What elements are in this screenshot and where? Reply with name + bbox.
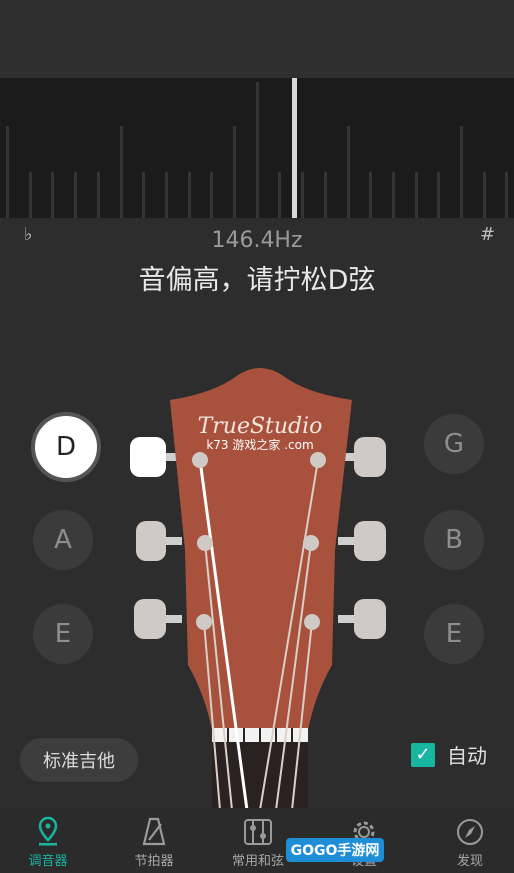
tuning-meter [0, 78, 514, 218]
metronome-icon [142, 817, 166, 846]
tuning-peg-b[interactable] [338, 521, 386, 561]
string-button-g[interactable]: G [424, 414, 484, 474]
string-button-d[interactable]: D [31, 412, 101, 482]
meter-tick [505, 172, 509, 218]
auto-label: 自动 [447, 744, 487, 768]
tab-bar: 调音器 节拍器 常用和弦 设置 发现 [0, 808, 514, 873]
watermark-badge: GOGO手游网 [286, 838, 384, 862]
brand-logo: TrueStudio [198, 414, 323, 439]
tuner-icon [38, 816, 58, 846]
chord-icon [244, 819, 272, 845]
string-button-b[interactable]: B [424, 510, 484, 570]
tuning-preset-button[interactable]: 标准吉他 [20, 738, 138, 782]
string-button-a[interactable]: A [33, 510, 93, 570]
string-button-e-low[interactable]: E [33, 604, 93, 664]
tab-discover-label: 发现 [456, 854, 483, 869]
meter-tick [119, 126, 123, 218]
auto-checkbox[interactable]: ✓ [411, 742, 435, 767]
tuning-peg-a[interactable] [136, 521, 182, 561]
auto-toggle[interactable]: ✓ 自动 [411, 740, 487, 769]
tuning-peg-d[interactable] [130, 437, 182, 477]
meter-tick [482, 172, 486, 218]
frequency-readout: 146.4Hz [211, 228, 303, 253]
watermark-text: k73 游戏之家 .com [206, 437, 313, 452]
meter-tick [142, 172, 146, 218]
tab-metronome[interactable]: 节拍器 [109, 816, 199, 869]
tuning-needle [292, 78, 297, 218]
meter-tick [346, 126, 350, 218]
meter-tick [414, 172, 418, 218]
meter-tick [164, 172, 168, 218]
meter-tick [369, 172, 373, 218]
tab-discover[interactable]: 发现 [425, 816, 514, 869]
tab-tuner-label: 调音器 [28, 854, 68, 869]
guitar-headstock: TrueStudio k73 游戏之家 .com [130, 368, 386, 810]
meter-tick [187, 172, 191, 218]
compass-icon [457, 819, 483, 845]
tab-tuner[interactable]: 调音器 [3, 816, 93, 869]
meter-tick [391, 172, 395, 218]
tuning-message: 音偏高，请拧松D弦 [138, 265, 376, 296]
top-bar [0, 0, 514, 78]
meter-tick [74, 172, 78, 218]
meter-tick [437, 172, 441, 218]
meter-tick [28, 172, 32, 218]
meter-tick [96, 172, 100, 218]
meter-tick [460, 126, 463, 218]
meter-tick [51, 172, 55, 218]
tab-metronome-label: 节拍器 [134, 854, 174, 869]
meter-tick [233, 126, 236, 218]
meter-tick [301, 172, 305, 218]
meter-tick [278, 172, 282, 218]
tuning-peg-e-high[interactable] [338, 599, 386, 639]
meter-tick [6, 126, 9, 218]
string-button-e-high[interactable]: E [424, 604, 484, 664]
meter-tick [323, 172, 327, 218]
meter-tick [210, 172, 214, 218]
tuning-peg-e-low[interactable] [134, 599, 182, 639]
meter-tick [255, 82, 259, 218]
